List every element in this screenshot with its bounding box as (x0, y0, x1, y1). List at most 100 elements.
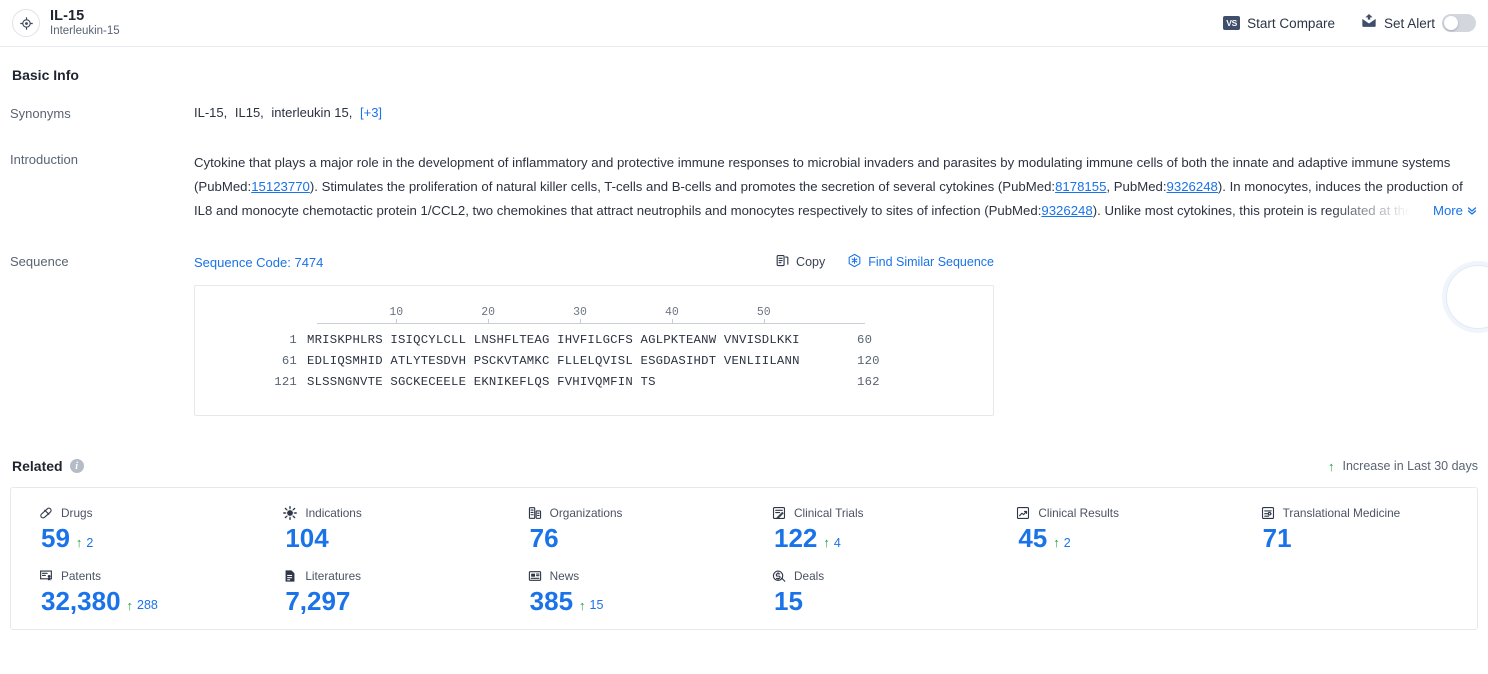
metric-card-clinical-results[interactable]: Clinical Results 45 ↑ 2 (988, 506, 1232, 553)
related-title: Related (12, 458, 63, 474)
metric-label: Organizations (549, 506, 623, 520)
sequence-line: 1 MRISKPHLRS ISIQCYLCLL LNSHFLTEAG IHVFIL… (195, 330, 993, 351)
sequence-code-link[interactable]: Sequence Code: 7474 (194, 255, 323, 270)
sequence-row: Sequence Sequence Code: 7474 Copy Find S… (10, 253, 1478, 416)
synonyms-more-link[interactable]: [+3] (360, 105, 382, 120)
news-icon (528, 569, 542, 583)
arrow-up-icon: ↑ (823, 535, 830, 550)
virus-icon (283, 506, 298, 520)
start-compare-button[interactable]: VS Start Compare (1223, 16, 1335, 31)
metric-card-patents[interactable]: Patents 32,380 ↑ 288 (11, 569, 255, 616)
metric-value-row: 104 (283, 524, 499, 553)
ruler-baseline (317, 323, 865, 324)
ruler-tick-label: 30 (573, 306, 587, 319)
introduction-more-button[interactable]: More (1430, 199, 1478, 223)
metric-value-row: 32,380 ↑ 288 (39, 586, 255, 616)
patent-icon (39, 569, 53, 583)
metric-value-row: 59 ↑ 2 (39, 524, 255, 553)
metric-card-organizations[interactable]: Organizations 76 (500, 506, 744, 553)
metric-value-row: 122 ↑ 4 (772, 524, 988, 553)
header-actions: VS Start Compare Set Alert (1223, 13, 1478, 33)
metric-label: Deals (793, 568, 825, 583)
metric-value: 7,297 (285, 585, 351, 616)
metric-header: Clinical Results (1016, 506, 1232, 520)
sequence-residues[interactable]: MRISKPHLRS ISIQCYLCLL LNSHFLTEAG IHVFILG… (307, 330, 857, 351)
sequence-residues[interactable]: EDLIQSMHID ATLYTESDVH PSCKVTAMKC FLLELQV… (307, 351, 857, 372)
metric-value: 71 (1262, 523, 1292, 553)
arrow-up-icon: ↑ (579, 597, 586, 613)
copy-label: Copy (796, 255, 826, 269)
metric-value-row: 76 (528, 524, 744, 553)
metric-header: Patents (39, 569, 255, 583)
sequence-residues[interactable]: SLSSNGNVTE SGCKECEELE EKNIKEFLQS FVHIVQM… (307, 372, 857, 393)
metric-card-clinical-trials[interactable]: Clinical Trials 122 ↑ 4 (744, 506, 988, 553)
ruler-tick-mark (763, 319, 765, 324)
intro-part: ). Stimulates the proliferation of natur… (309, 179, 1056, 194)
pill-icon (39, 506, 53, 520)
ruler-tick-label: 20 (481, 306, 496, 319)
increase-legend: ↑ Increase in Last 30 days (1328, 459, 1478, 473)
basic-info-heading: Basic Info (12, 67, 1478, 83)
deal-icon (772, 569, 786, 583)
metric-delta: ↑ 2 (1053, 535, 1070, 550)
metric-delta-value: 2 (1063, 535, 1071, 550)
find-similar-label: Find Similar Sequence (868, 255, 994, 269)
translational-icon (1261, 506, 1275, 520)
info-icon[interactable]: i (69, 459, 84, 473)
metric-value: 15 (773, 585, 803, 616)
introduction-label: Introduction (10, 152, 78, 167)
pubmed-link[interactable]: 9326248 (1167, 179, 1218, 194)
metric-card-indications[interactable]: Indications 104 (255, 506, 499, 553)
introduction-text: Cytokine that plays a major role in the … (194, 151, 1478, 223)
arrow-up-icon: ↑ (1053, 535, 1060, 550)
set-alert-toggle[interactable] (1442, 14, 1476, 32)
metric-card-drugs[interactable]: Drugs 59 ↑ 2 (11, 506, 255, 553)
pubmed-link[interactable]: 9326248 (1041, 203, 1092, 218)
metric-card-deals[interactable]: Deals 15 (744, 569, 988, 616)
metric-delta-value: 4 (833, 535, 841, 550)
sequence-toolbar: Sequence Code: 7474 Copy Find Similar Se… (194, 253, 994, 271)
set-alert-control[interactable]: Set Alert (1361, 13, 1476, 33)
entity-identity: IL-15 Interleukin-15 (50, 7, 120, 38)
ruler-tick-mark (580, 319, 582, 324)
metric-header: Organizations (528, 506, 744, 520)
metric-label: News (549, 568, 580, 583)
pubmed-link[interactable]: 15123770 (251, 179, 310, 194)
similar-sequence-icon (847, 253, 862, 271)
pubmed-link[interactable]: 8178155 (1055, 179, 1106, 194)
synonyms-values: IL-15, IL15, interleukin 15, [+3] (194, 105, 1478, 120)
metric-delta-value: 288 (137, 598, 158, 613)
metric-label: Literatures (305, 568, 362, 583)
sequence-viewer: 10 20 30 40 50 1 MRISKPHLRS ISIQCYLCLL LNSHFL… (194, 285, 994, 416)
metric-label: Patents (61, 568, 102, 583)
page-subtitle: Interleukin-15 (50, 25, 120, 37)
ruler-tick-label: 10 (389, 306, 404, 319)
vs-badge-icon: VS (1223, 16, 1241, 30)
metric-card-translational-medicine[interactable]: Translational Medicine 71 (1233, 506, 1477, 553)
copy-sequence-button[interactable]: Copy (775, 253, 825, 271)
arrow-up-icon: ↑ (126, 597, 134, 613)
sequence-end-index: 120 (857, 354, 880, 368)
metric-value: 76 (529, 523, 559, 553)
metric-label: Clinical Results (1038, 506, 1119, 520)
synonym-item: IL15, (234, 105, 264, 120)
metric-value: 122 (773, 523, 818, 553)
metric-card-literatures[interactable]: Literatures 7,297 (255, 569, 499, 616)
metric-card-news[interactable]: News 385 ↑ 15 (500, 569, 744, 616)
alert-envelope-icon (1361, 13, 1377, 33)
page-title: IL-15 (50, 7, 85, 24)
copy-icon (775, 253, 790, 271)
intro-part: , PubMed: (1106, 179, 1167, 194)
set-alert-label: Set Alert (1383, 15, 1435, 31)
metric-value: 104 (285, 523, 329, 553)
metric-header: Indications (283, 506, 499, 520)
organization-icon (528, 506, 542, 520)
find-similar-sequence-button[interactable]: Find Similar Sequence (847, 253, 994, 271)
metric-label: Drugs (61, 506, 93, 520)
sequence-end-index: 60 (857, 333, 873, 347)
metric-value-row: 45 ↑ 2 (1016, 524, 1232, 553)
related-heading-row: Related i ↑ Increase in Last 30 days (10, 458, 1478, 474)
metric-header: Deals (772, 569, 988, 583)
clinical-result-icon (1016, 506, 1030, 520)
sequence-label: Sequence (10, 254, 69, 269)
